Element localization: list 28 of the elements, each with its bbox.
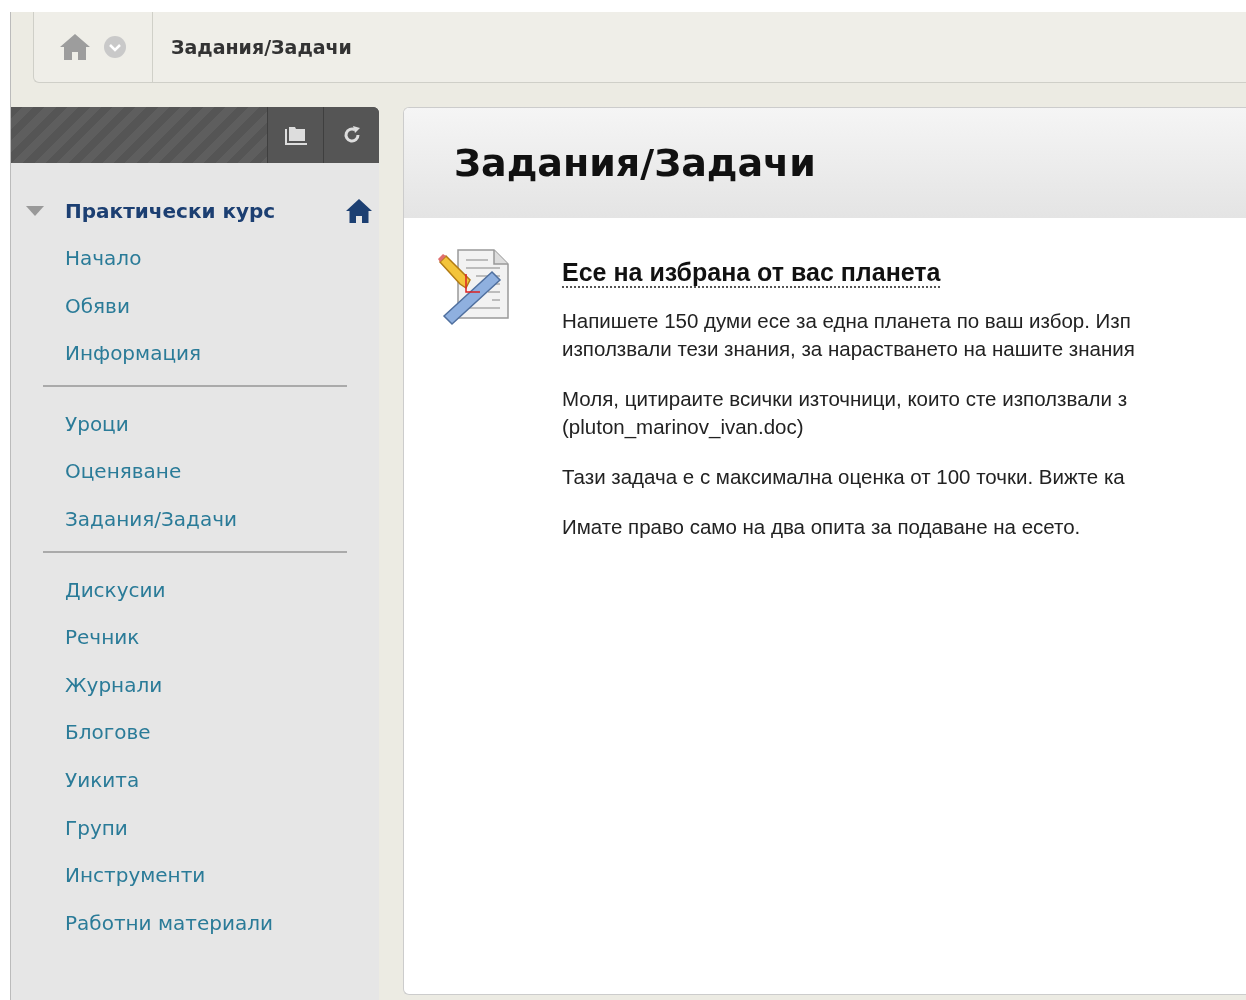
menu-link[interactable]: Уроци	[65, 400, 373, 449]
description-text: (pluton_marinov_ivan.doc)	[562, 414, 805, 441]
menu-link[interactable]: Речник	[65, 614, 373, 662]
menu-link[interactable]: Задания/Задачи	[65, 495, 373, 544]
assignment-title-link[interactable]: Есе на избрана от вас планета	[562, 258, 941, 288]
home-icon[interactable]	[345, 198, 373, 224]
folder-icon	[282, 124, 309, 146]
refresh-button[interactable]	[323, 107, 379, 163]
description-text: Имате право само на два опита за подаване на есето.	[562, 514, 1082, 540]
menu-link[interactable]: Обяви	[65, 282, 373, 331]
menu-link[interactable]: Работни материали	[65, 899, 373, 948]
menu-link[interactable]: Информация	[65, 330, 373, 378]
menu-link[interactable]: Начало	[65, 235, 373, 283]
description-text: Моля, цитираите всички източници, които сте използвали з	[562, 386, 1129, 412]
menu-link[interactable]: Дискусии	[65, 566, 373, 615]
description-text: Напишете 150 думи есе за една планета по ваш избор. Изп	[562, 308, 1132, 334]
menu-link[interactable]: Оценяване	[65, 448, 373, 496]
menu-link[interactable]: Групи	[65, 804, 373, 853]
menu-link[interactable]: Журнали	[65, 661, 373, 710]
menu-link[interactable]: Инструменти	[65, 852, 373, 900]
course-title[interactable]: Практически курс	[65, 199, 345, 223]
folder-view-button[interactable]	[267, 107, 323, 163]
breadcrumb-title: Задания/Задачи	[171, 36, 352, 58]
description-text: Тази задача е с максимална оценка от 100 точки. Вижте ка	[562, 464, 1126, 490]
menu-link[interactable]: Блогове	[65, 709, 373, 757]
menu-link[interactable]: Уикита	[65, 756, 373, 805]
page-title: Задания/Задачи	[454, 141, 816, 185]
description-text: използвали тези знания, за нарастването на нашите знания	[562, 336, 1135, 362]
